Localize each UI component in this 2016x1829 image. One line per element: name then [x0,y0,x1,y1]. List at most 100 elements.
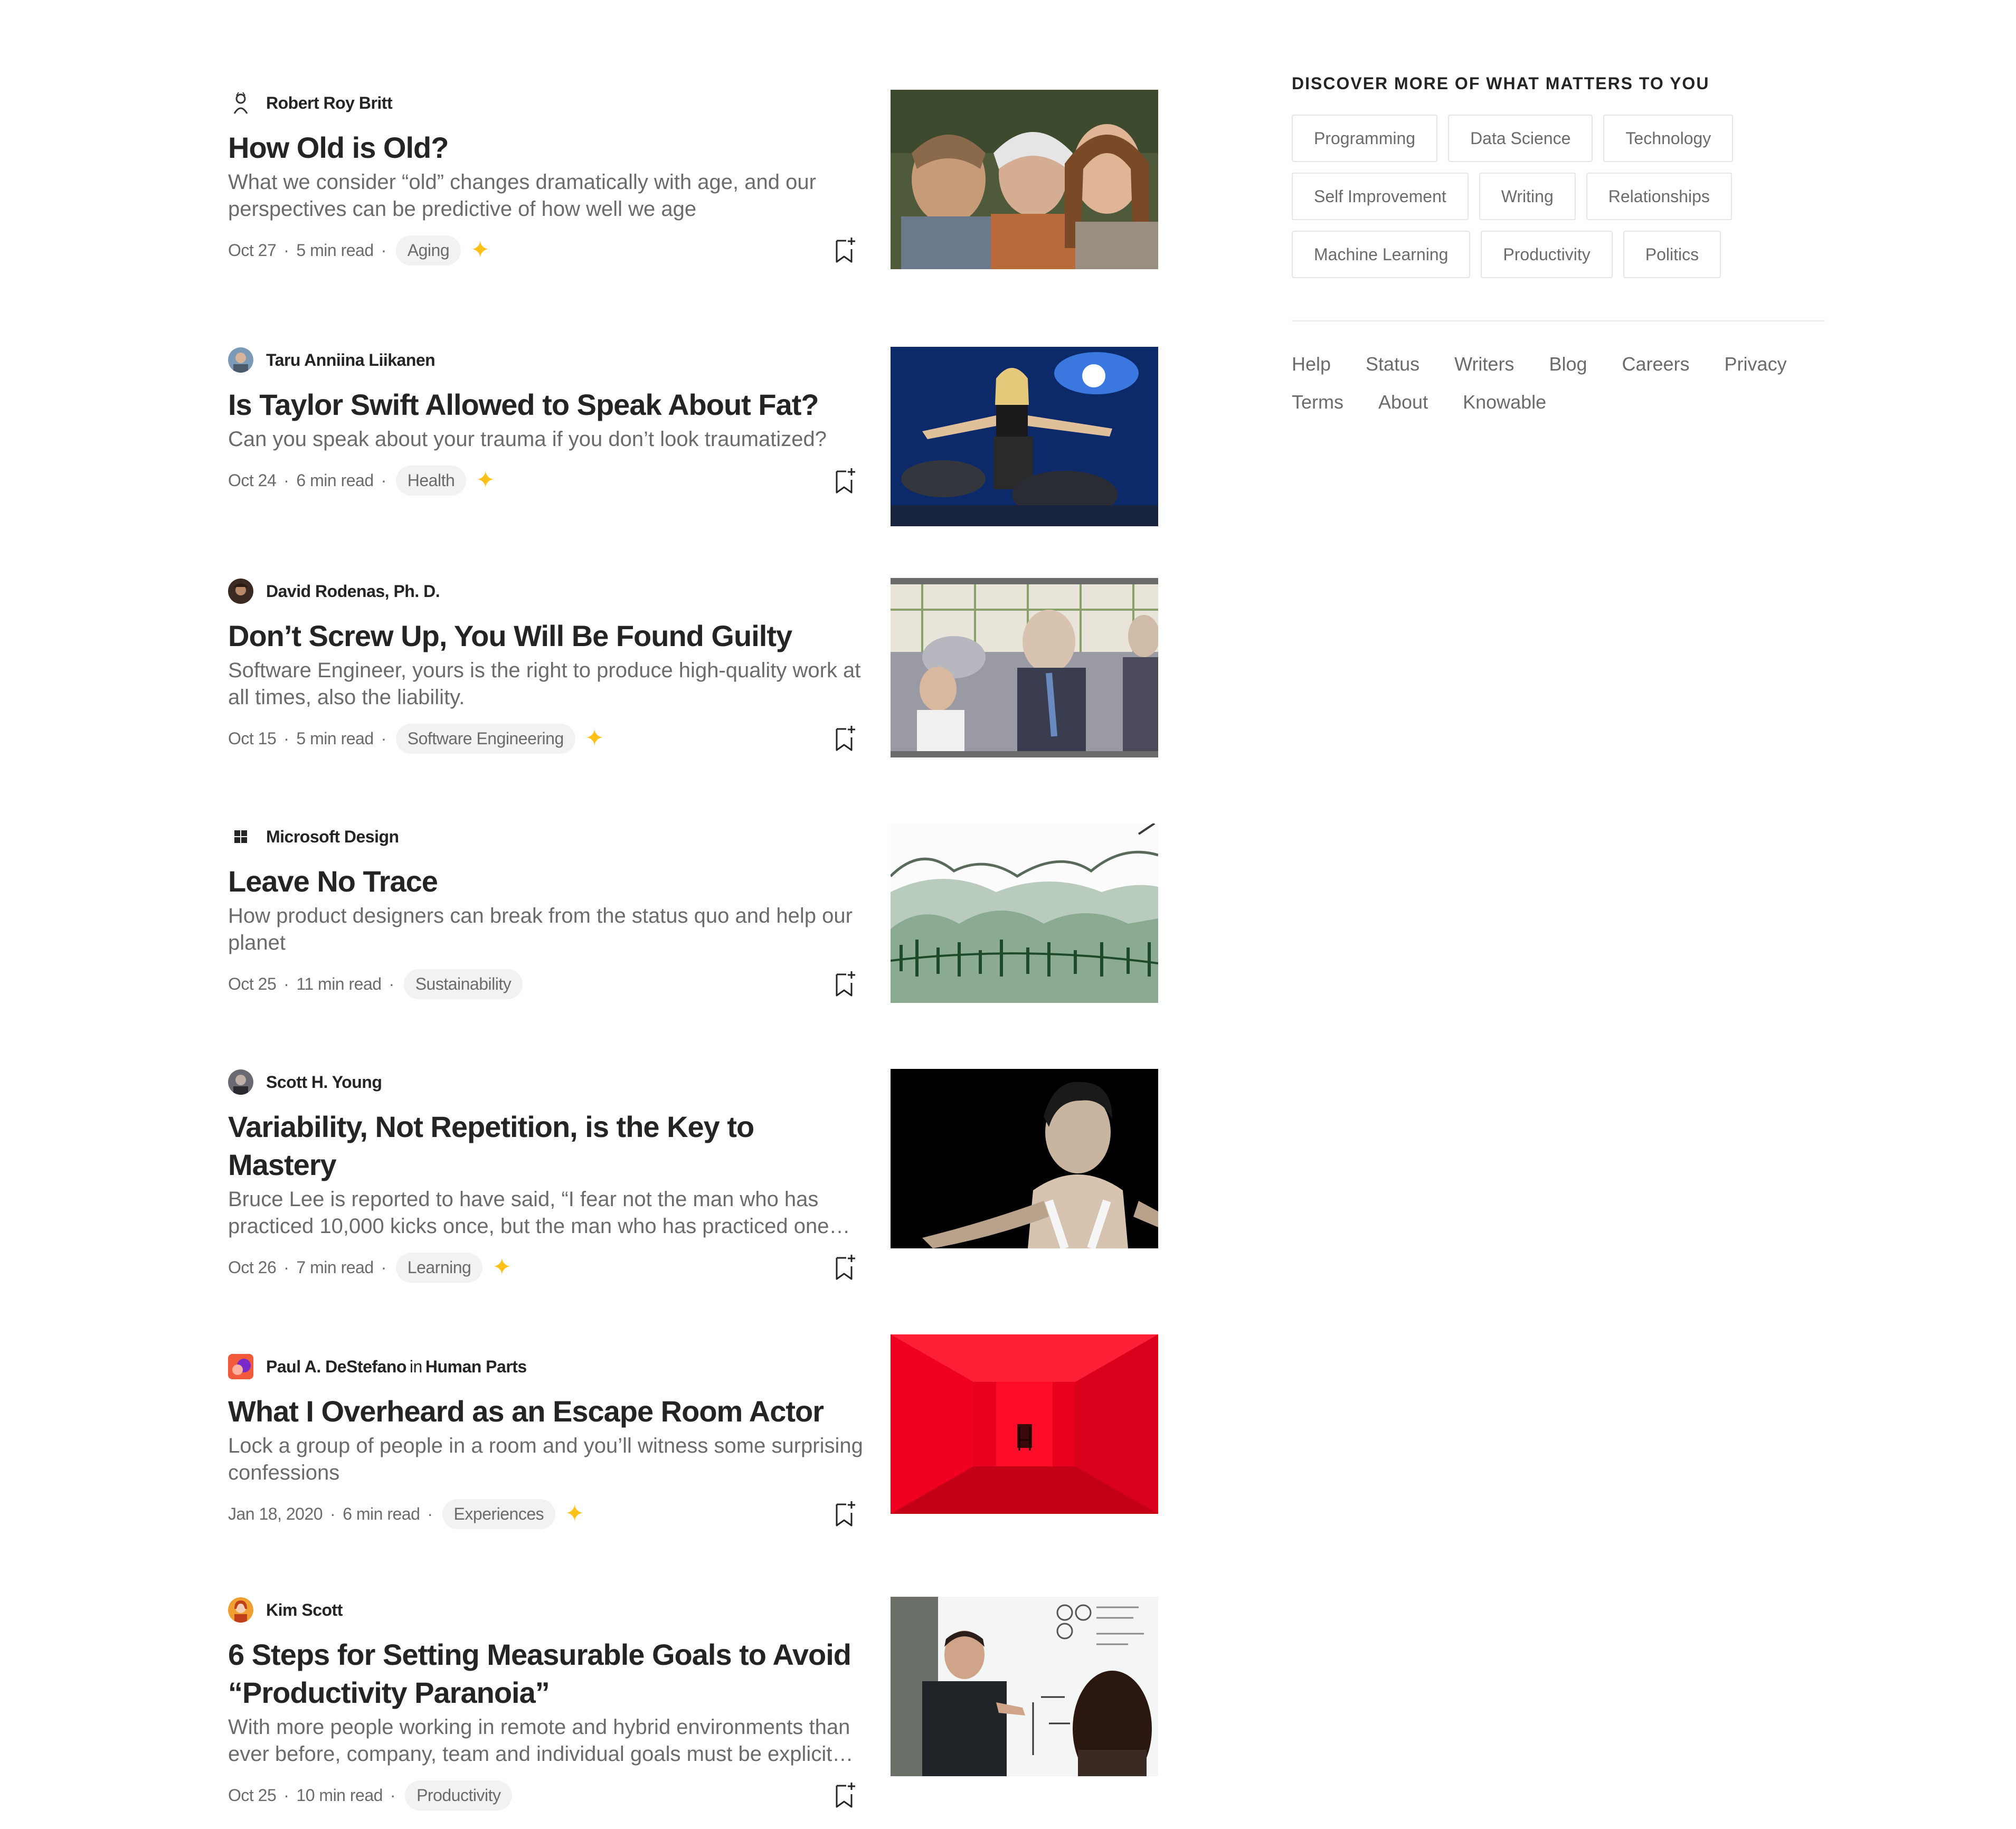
topic-button-relationships[interactable]: Relationships [1586,173,1732,220]
separator-dot: · [283,728,289,748]
topic-tag[interactable]: Experiences [442,1499,556,1529]
article-title[interactable]: Don’t Screw Up, You Will Be Found Guilty [228,617,867,655]
microsoft-logo-icon[interactable] [228,824,253,849]
read-time: 5 min read [296,240,374,260]
topic-tag[interactable]: Learning [395,1252,483,1283]
topic-tag[interactable]: Sustainability [403,969,523,999]
member-star-icon: ✦ [492,1254,512,1280]
author-row: Robert Roy Britt [228,90,867,116]
footer-link-status[interactable]: Status [1366,353,1419,375]
article-text: Scott H. Young Variability, Not Repetiti… [228,1069,867,1283]
article-thumbnail[interactable] [891,1069,1158,1248]
member-star-icon: ✦ [565,1501,584,1527]
separator-dot: · [283,974,289,993]
article-title[interactable]: Leave No Trace [228,863,867,901]
publication-name[interactable]: Human Parts [425,1357,527,1377]
article-title[interactable]: What I Overheard as an Escape Room Actor [228,1392,867,1430]
topic-button-technology[interactable]: Technology [1603,115,1734,162]
author-row: Scott H. Young [228,1069,867,1095]
author-avatar[interactable] [228,1597,253,1623]
author-name[interactable]: Taru Anniina Liikanen [266,350,436,370]
article-subtitle[interactable]: What we consider “old” changes dramatica… [228,169,867,223]
article-subtitle[interactable]: With more people working in remote and h… [228,1714,867,1768]
footer-link-privacy[interactable]: Privacy [1725,353,1787,375]
bookmark-icon[interactable] [832,235,858,265]
article-date: Oct 25 [228,974,277,993]
bookmark-icon[interactable] [832,1499,858,1529]
separator-dot: · [283,240,289,260]
article-thumbnail[interactable] [891,90,1158,269]
article-thumbnail[interactable] [891,1334,1158,1514]
topic-tag[interactable]: Software Engineering [395,723,575,754]
topic-button-politics[interactable]: Politics [1623,231,1721,278]
read-time: 6 min read [296,470,374,490]
topic-button-programming[interactable]: Programming [1292,115,1438,162]
article-thumbnail[interactable] [891,347,1158,526]
article-subtitle[interactable]: Software Engineer, yours is the right to… [228,657,867,711]
author-name[interactable]: Kim Scott [266,1600,343,1620]
topic-button-data-science[interactable]: Data Science [1448,115,1593,162]
read-time: 7 min read [296,1257,374,1277]
author-avatar[interactable] [228,90,253,116]
member-star-icon: ✦ [470,237,490,263]
footer-link-terms[interactable]: Terms [1292,391,1343,413]
article-thumbnail[interactable] [891,578,1158,757]
article-meta: Oct 26 · 7 min read · Learning ✦ [228,1252,867,1283]
footer-link-writers[interactable]: Writers [1454,353,1514,375]
article-date: Oct 24 [228,470,277,490]
sidebar-divider [1292,320,1825,321]
article-subtitle[interactable]: Can you speak about your trauma if you d… [228,426,867,453]
topic-button-productivity[interactable]: Productivity [1481,231,1613,278]
author-avatar[interactable] [228,347,253,373]
author-name[interactable]: Paul A. DeStefano [266,1357,406,1377]
article-meta: Oct 15 · 5 min read · Software Engineeri… [228,723,867,754]
separator-dot: · [381,240,387,260]
article-subtitle[interactable]: Lock a group of people in a room and you… [228,1433,867,1486]
bookmark-icon[interactable] [832,466,858,496]
article-date: Oct 15 [228,728,277,748]
footer-link-careers[interactable]: Careers [1622,353,1690,375]
author-name[interactable]: Scott H. Young [266,1073,382,1092]
discover-title: DISCOVER MORE OF WHAT MATTERS TO YOU [1292,74,1710,93]
bookmark-icon[interactable] [832,969,858,999]
bookmark-icon[interactable] [832,1780,858,1810]
author-avatar[interactable] [228,579,253,604]
author-name[interactable]: Robert Roy Britt [266,93,393,113]
article-text: David Rodenas, Ph. D. Don’t Screw Up, Yo… [228,578,867,754]
article-text: Taru Anniina Liikanen Is Taylor Swift Al… [228,347,867,496]
bookmark-icon[interactable] [832,1253,858,1282]
article-subtitle[interactable]: Bruce Lee is reported to have said, “I f… [228,1186,867,1240]
author-name[interactable]: Microsoft Design [266,827,399,847]
author-avatar[interactable] [228,1069,253,1095]
separator-dot: · [381,728,387,748]
article-title[interactable]: Is Taylor Swift Allowed to Speak About F… [228,386,867,424]
topic-tag[interactable]: Productivity [405,1780,513,1811]
article-thumbnail[interactable] [891,1597,1158,1776]
topic-button-writing[interactable]: Writing [1479,173,1576,220]
footer-link-knowable[interactable]: Knowable [1463,391,1546,413]
article-meta: Oct 25 · 10 min read · Productivity [228,1779,867,1811]
topic-button-machine-learning[interactable]: Machine Learning [1292,231,1471,278]
article-date: Oct 27 [228,240,277,260]
page: Robert Roy Britt How Old is Old? What we… [0,0,2016,1829]
topic-tag[interactable]: Health [395,465,467,496]
footer-link-help[interactable]: Help [1292,353,1331,375]
bookmark-icon[interactable] [832,724,858,753]
author-name[interactable]: David Rodenas, Ph. D. [266,582,440,601]
article-title[interactable]: How Old is Old? [228,129,867,167]
topic-button-self-improvement[interactable]: Self Improvement [1292,173,1469,220]
separator-dot: · [330,1504,336,1523]
separator-dot: · [389,974,395,993]
topic-tag[interactable]: Aging [395,235,461,266]
separator-dot: · [390,1785,396,1805]
article-title[interactable]: Variability, Not Repetition, is the Key … [228,1108,867,1184]
footer-link-blog[interactable]: Blog [1549,353,1587,375]
article-meta: Oct 25 · 11 min read · Sustainability [228,968,867,1000]
author-row: Paul A. DeStefano in Human Parts [228,1353,867,1380]
article-title[interactable]: 6 Steps for Setting Measurable Goals to … [228,1636,867,1712]
publication-logo-icon[interactable] [228,1354,253,1379]
footer-link-about[interactable]: About [1378,391,1428,413]
article-subtitle[interactable]: How product designers can break from the… [228,903,867,956]
article-thumbnail[interactable] [891,823,1158,1003]
separator-dot: · [427,1504,433,1523]
